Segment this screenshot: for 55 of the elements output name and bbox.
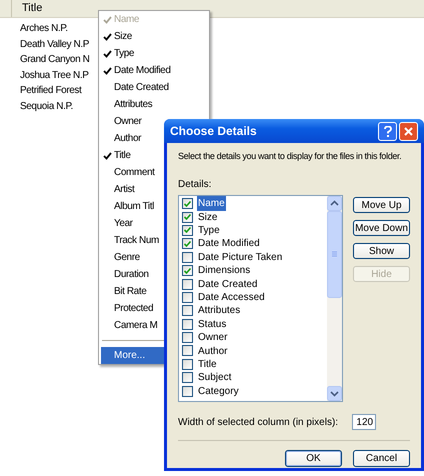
help-button[interactable] — [378, 122, 397, 140]
file-name[interactable]: Sequoia N.P. — [20, 98, 73, 114]
detail-item[interactable]: Category — [197, 384, 240, 399]
close-icon — [404, 126, 413, 136]
detail-item[interactable]: Date Modified — [197, 236, 261, 252]
cancel-button[interactable]: Cancel — [353, 450, 410, 467]
menu-item[interactable]: Attributes — [101, 96, 207, 114]
detail-item[interactable]: Size — [197, 210, 218, 225]
checkbox[interactable] — [182, 318, 193, 330]
close-button[interactable] — [399, 122, 418, 140]
detail-item[interactable]: Date Accessed — [197, 290, 266, 305]
detail-item[interactable]: Dimensions — [197, 263, 252, 278]
dialog-title: Choose Details — [170, 123, 258, 140]
detail-item[interactable]: Name — [197, 196, 226, 212]
details-label: Details: — [178, 178, 212, 192]
side-button[interactable]: Move Down — [353, 220, 410, 236]
detail-item[interactable]: Date Created — [197, 276, 258, 292]
detail-item[interactable]: Type — [197, 222, 221, 238]
detail-item[interactable]: Status — [197, 316, 228, 332]
detail-item[interactable]: Owner — [197, 330, 228, 346]
file-name[interactable]: Arches N.P. — [20, 21, 68, 36]
checkbox[interactable] — [182, 305, 193, 316]
checkbox[interactable] — [182, 345, 193, 356]
file-name[interactable]: Grand Canyon N — [20, 52, 90, 68]
checkbox[interactable] — [182, 292, 193, 303]
column-title: Title — [21, 1, 42, 16]
checkbox[interactable] — [182, 386, 193, 397]
menu-item[interactable]: Type — [101, 46, 207, 63]
file-name[interactable]: Petrified Forest — [20, 83, 82, 98]
side-button[interactable]: Show — [353, 243, 410, 259]
checkbox[interactable] — [182, 358, 193, 370]
checkbox[interactable] — [182, 212, 193, 223]
help-icon — [384, 126, 392, 136]
detail-item[interactable]: Subject — [197, 370, 232, 386]
ok-button[interactable]: OK — [285, 450, 342, 467]
detail-item[interactable]: Date Picture Taken — [197, 250, 284, 265]
checkbox[interactable] — [182, 278, 193, 290]
checkbox[interactable] — [182, 332, 193, 344]
checkbox[interactable] — [182, 372, 193, 384]
file-name[interactable]: Death Valley N.P — [20, 36, 90, 52]
file-name[interactable]: Joshua Tree N.P — [20, 68, 88, 83]
side-button[interactable]: Move Up — [353, 197, 410, 213]
checkbox[interactable] — [182, 252, 193, 263]
menu-item[interactable]: Date Created — [101, 80, 207, 97]
instruction-text: Select the details you want to display for the files in this folder. — [178, 151, 402, 162]
menu-item[interactable]: Date Modified — [101, 62, 207, 80]
checkbox[interactable] — [182, 265, 193, 276]
menu-item[interactable]: Size — [101, 28, 207, 46]
checkbox[interactable] — [182, 224, 193, 236]
width-label: Width of selected column (in pixels): — [178, 416, 338, 430]
checkbox[interactable] — [182, 238, 193, 250]
detail-item[interactable]: Attributes — [197, 303, 242, 318]
width-input-field[interactable]: 120 — [352, 414, 376, 430]
checkbox[interactable] — [182, 198, 193, 210]
checkmark-icon — [184, 268, 191, 274]
